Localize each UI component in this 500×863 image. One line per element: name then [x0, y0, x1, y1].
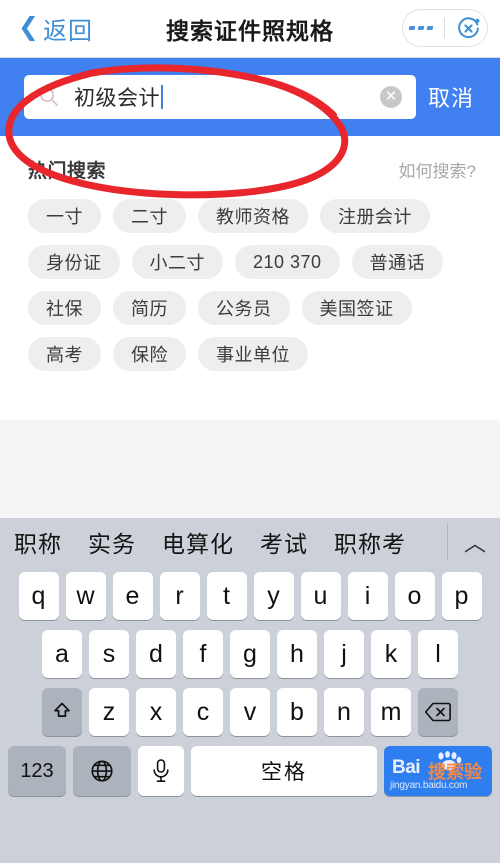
- hot-tag[interactable]: 小二寸: [131, 245, 223, 279]
- key-w[interactable]: w: [65, 572, 106, 620]
- chevron-up-icon[interactable]: ︿: [464, 526, 486, 558]
- keyboard-row-2: a s d f g h j k l: [0, 630, 500, 678]
- suggestion-divider: [447, 524, 448, 560]
- hot-search-section: 热门搜索 如何搜索? 一寸 二寸 教师资格 注册会计 身份证 小二寸 210 3…: [0, 136, 500, 383]
- key-g[interactable]: g: [230, 630, 270, 678]
- search-input[interactable]: 初级会计 ✕: [24, 75, 416, 119]
- key-x[interactable]: x: [136, 688, 176, 736]
- empty-gray-panel: [0, 420, 500, 518]
- key-a[interactable]: a: [42, 630, 82, 678]
- space-key[interactable]: 空格: [191, 746, 377, 796]
- tag-row: 社保 简历 公务员 美国签证: [28, 291, 476, 325]
- hot-search-tag-rows: 一寸 二寸 教师资格 注册会计 身份证 小二寸 210 370 普通话 社保 简…: [0, 183, 500, 371]
- key-c[interactable]: c: [183, 688, 223, 736]
- backspace-icon: [424, 702, 451, 722]
- key-l[interactable]: l: [418, 630, 458, 678]
- hot-tag[interactable]: 教师资格: [198, 199, 308, 233]
- capsule-divider: [443, 18, 445, 38]
- shift-arrow-icon: [54, 702, 70, 717]
- hot-tag[interactable]: 注册会计: [320, 199, 430, 233]
- header-capsule: [402, 9, 488, 47]
- key-q[interactable]: q: [18, 572, 59, 620]
- chevron-left-icon: ❮: [18, 13, 40, 41]
- hot-tag[interactable]: 普通话: [351, 245, 444, 279]
- globe-key[interactable]: [73, 746, 131, 796]
- hot-search-header: 热门搜索 如何搜索?: [0, 136, 500, 183]
- keyboard-row-4: 123 空格 Bai 搜索验 jingyan.baidu.com: [0, 746, 500, 796]
- key-o[interactable]: o: [394, 572, 435, 620]
- hot-tag[interactable]: 二寸: [113, 199, 186, 233]
- keyboard-row-1: q w e r t y u i o p: [0, 572, 500, 620]
- search-key[interactable]: Bai 搜索验 jingyan.baidu.com: [384, 746, 492, 796]
- how-to-search-link[interactable]: 如何搜索?: [399, 157, 476, 182]
- key-e[interactable]: e: [112, 572, 153, 620]
- hot-tag[interactable]: 简历: [113, 291, 186, 325]
- hot-tag[interactable]: 身份证: [28, 245, 120, 279]
- keyboard-row-3: z x c v b n m: [0, 688, 500, 736]
- watermark-url: jingyan.baidu.com: [390, 780, 468, 791]
- back-button-label: 返回: [42, 18, 93, 45]
- baidu-brand-label: Bai: [392, 757, 421, 778]
- text-cursor: [161, 85, 163, 109]
- key-b[interactable]: b: [277, 688, 317, 736]
- key-d[interactable]: d: [136, 630, 176, 678]
- virtual-keyboard: 职称 实务 电算化 考试 职称考 ︿ q w e r t y u i o p a…: [0, 518, 500, 863]
- cancel-button[interactable]: 取消: [428, 81, 474, 113]
- back-button[interactable]: ❮ 返回: [18, 11, 93, 46]
- microphone-key[interactable]: [138, 746, 184, 796]
- key-j[interactable]: j: [324, 630, 364, 678]
- key-f[interactable]: f: [183, 630, 223, 678]
- key-v[interactable]: v: [230, 688, 270, 736]
- close-circle-icon[interactable]: [456, 16, 481, 41]
- backspace-key[interactable]: [418, 688, 458, 736]
- clear-search-button[interactable]: ✕: [380, 86, 402, 108]
- hot-search-title: 热门搜索: [28, 161, 107, 182]
- globe-icon: [91, 760, 113, 782]
- suggestion-bar: 职称 实务 电算化 考试 职称考 ︿: [0, 518, 500, 566]
- search-input-value: 初级会计: [74, 87, 160, 110]
- numeric-key[interactable]: 123: [8, 746, 66, 796]
- microphone-icon: [153, 759, 169, 782]
- hot-tag[interactable]: 社保: [28, 291, 101, 325]
- key-u[interactable]: u: [300, 572, 341, 620]
- search-bar: 初级会计 ✕ 取消: [0, 58, 500, 136]
- shift-key[interactable]: [42, 688, 82, 736]
- hot-tag[interactable]: 210 370: [235, 245, 340, 279]
- tag-row: 身份证 小二寸 210 370 普通话: [28, 245, 476, 279]
- hot-tag[interactable]: 保险: [113, 337, 186, 371]
- phone-screen: ❮ 返回 搜索证件照规格 初级会计 ✕ 取消 热门搜索 如何搜索? 一寸 二寸 …: [0, 0, 500, 863]
- suggestion-item[interactable]: 实务: [88, 525, 136, 559]
- key-n[interactable]: n: [324, 688, 364, 736]
- key-m[interactable]: m: [371, 688, 411, 736]
- key-p[interactable]: p: [441, 572, 482, 620]
- key-t[interactable]: t: [206, 572, 247, 620]
- key-r[interactable]: r: [159, 572, 200, 620]
- key-z[interactable]: z: [89, 688, 129, 736]
- hot-tag[interactable]: 美国签证: [301, 291, 412, 325]
- key-i[interactable]: i: [347, 572, 388, 620]
- hot-tag[interactable]: 高考: [28, 337, 101, 371]
- suggestion-item[interactable]: 职称考: [334, 525, 406, 559]
- app-header: ❮ 返回 搜索证件照规格: [0, 0, 500, 58]
- more-dots-icon[interactable]: [408, 26, 434, 30]
- tag-row: 高考 保险 事业单位: [28, 337, 476, 371]
- tag-row: 一寸 二寸 教师资格 注册会计: [28, 199, 476, 233]
- key-y[interactable]: y: [253, 572, 294, 620]
- suggestion-item[interactable]: 电算化: [162, 525, 234, 559]
- hot-tag[interactable]: 事业单位: [198, 337, 308, 371]
- suggestion-item[interactable]: 职称: [14, 525, 62, 559]
- key-s[interactable]: s: [89, 630, 129, 678]
- key-h[interactable]: h: [277, 630, 317, 678]
- hot-tag[interactable]: 一寸: [28, 199, 101, 233]
- search-icon: [40, 88, 59, 107]
- suggestion-item[interactable]: 考试: [260, 525, 308, 559]
- hot-tag[interactable]: 公务员: [198, 291, 290, 325]
- key-k[interactable]: k: [371, 630, 411, 678]
